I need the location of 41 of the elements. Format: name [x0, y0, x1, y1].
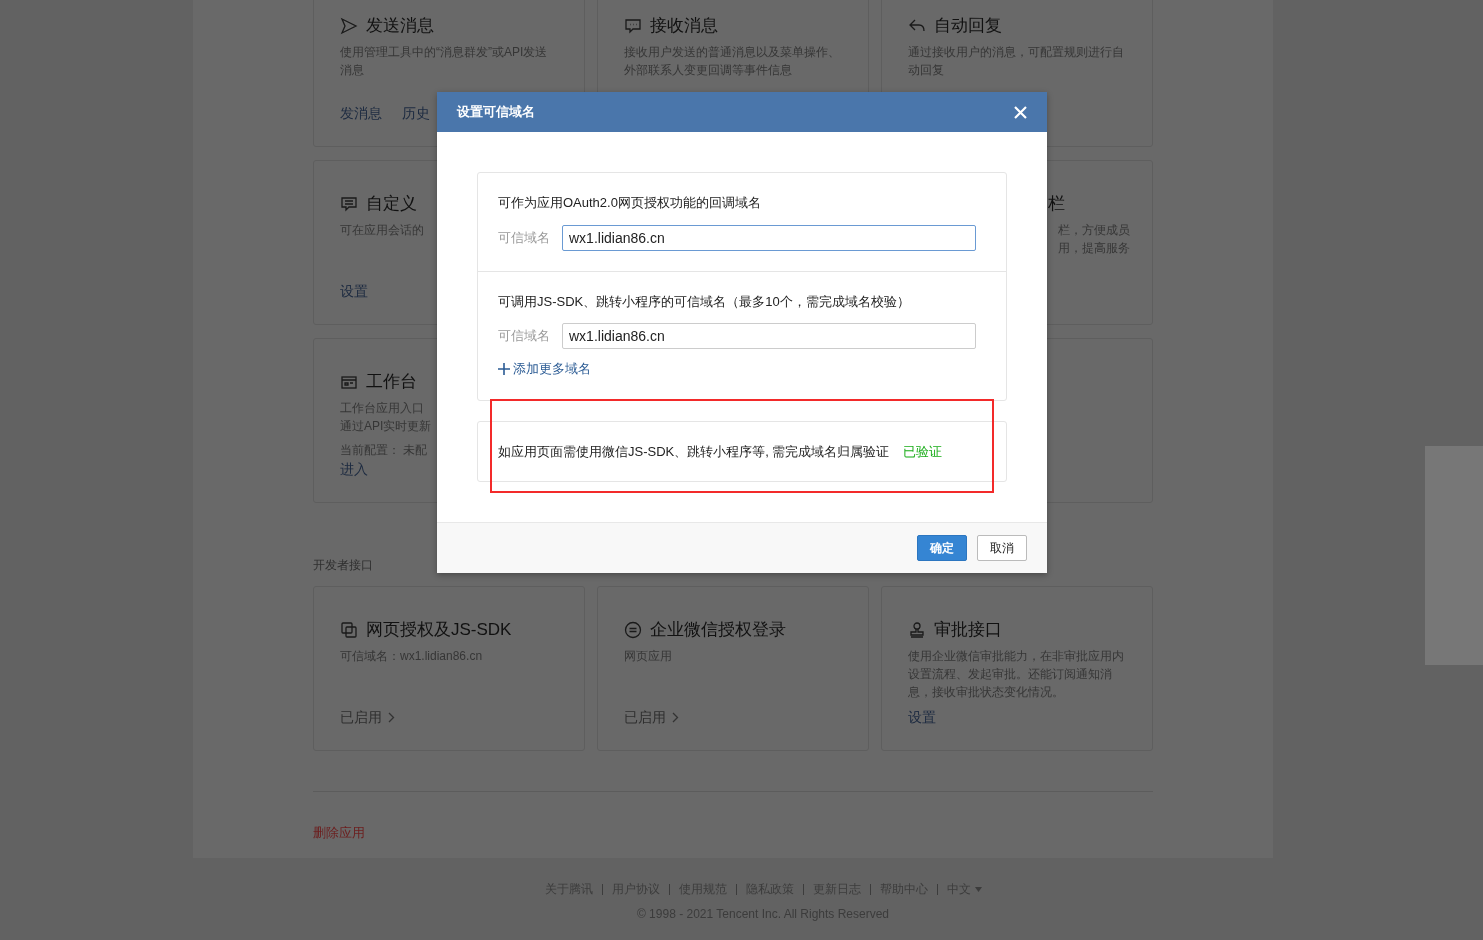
field-label: 可信域名 — [498, 228, 551, 247]
domain-field[interactable]: wx1.lidian86.cn — [562, 224, 976, 251]
dropdown-caret-icon — [974, 886, 982, 892]
card-title: 发送消息 — [366, 15, 434, 37]
card-title: 自动回复 — [934, 15, 1002, 37]
chevron-icon — [672, 712, 679, 723]
confirm-button[interactable]: 确定 — [917, 535, 967, 562]
card-icon — [340, 373, 358, 391]
verification-status: 已验证 — [903, 442, 943, 461]
send-icon — [340, 17, 358, 35]
plus-icon — [498, 362, 510, 375]
card-link[interactable]: 发消息 — [340, 103, 382, 124]
dialog-title: 设置可信域名 — [457, 103, 535, 122]
delete-app-link[interactable]: 删除应用 — [313, 823, 365, 843]
card-title: 审批接口 — [934, 619, 1002, 641]
chevron-icon — [388, 712, 395, 723]
card-title: 工作台 — [366, 371, 417, 393]
card-title: 网页授权及JS-SDK — [366, 619, 512, 641]
copy-icon — [340, 621, 358, 639]
domain-field[interactable]: wx1.lidian86.cn — [562, 323, 976, 349]
card-title: 栏 — [1047, 193, 1065, 215]
verification-text: 如应用页面需使用微信JS-SDK、跳转小程序等, 需完成域名归属验证 — [498, 442, 890, 461]
cancel-button[interactable]: 取消 — [977, 535, 1027, 562]
menu-icon — [340, 195, 358, 213]
close-icon[interactable] — [1014, 105, 1027, 119]
add-domain-link[interactable]: 添加更多域名 — [498, 359, 591, 379]
circle-icon — [624, 621, 642, 639]
card-title: 企业微信授权登录 — [650, 619, 786, 641]
stamp-icon — [908, 621, 926, 639]
card-link[interactable]: 设置 — [908, 707, 936, 728]
status-link[interactable]: 已启用 — [340, 707, 395, 728]
card-title: 自定义 — [366, 193, 417, 215]
field-label: 可信域名 — [498, 327, 551, 346]
card-link[interactable]: 设置 — [340, 281, 368, 302]
card-link[interactable]: 历史 — [402, 103, 430, 124]
section-description: 可调用JS-SDK、跳转小程序的可信域名（最多10个，需完成域名校验） — [498, 292, 911, 311]
chat-icon — [624, 17, 642, 35]
card-title: 接收消息 — [650, 15, 718, 37]
section-description: 可作为应用OAuth2.0网页授权功能的回调域名 — [498, 194, 762, 212]
card-link[interactable]: 进入 — [340, 459, 368, 480]
status-link[interactable]: 已启用 — [624, 707, 679, 728]
